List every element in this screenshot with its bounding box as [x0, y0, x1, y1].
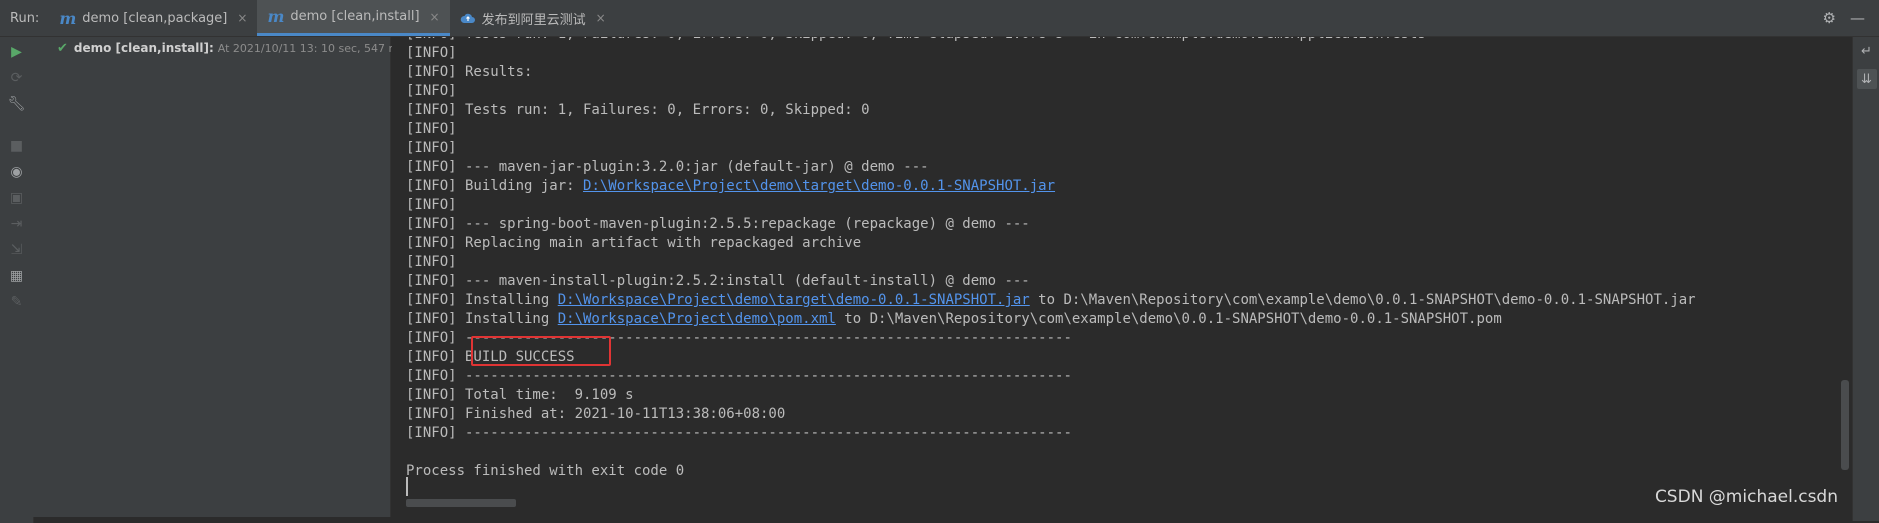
run-tree-item-meta: At 2021/10/11 13: 10 sec, 547 ms [217, 41, 405, 55]
run-label: Run: [10, 11, 40, 26]
console-line: [INFO] Tests run: 1, Failures: 0, Errors… [406, 101, 1696, 120]
console-line-text: [INFO] ---------------------------------… [406, 425, 1072, 441]
maven-icon: m [59, 8, 77, 28]
console-lines: [INFO] Tests run: 1, Failures: 0, Errors… [406, 37, 1696, 481]
console-line: [INFO] Tests run: 1, Failures: 0, Errors… [406, 37, 1696, 44]
exit-icon[interactable]: ⇥ [8, 215, 26, 233]
console-line: [INFO] [406, 120, 1696, 139]
console-line-text: [INFO] [406, 45, 457, 61]
file-path-link[interactable]: D:\Workspace\Project\demo\pom.xml [558, 311, 836, 327]
settings-wrench-icon[interactable]: 🔧︎ [8, 95, 26, 113]
tab-demo-clean-install[interactable]: m demo [clean,install] × [257, 0, 450, 36]
gear-icon[interactable]: ⚙ [1823, 9, 1836, 27]
console-line: [INFO] Building jar: D:\Workspace\Projec… [406, 177, 1696, 196]
text-caret [406, 477, 408, 496]
console-line-text: [INFO] Tests run: 1, Failures: 0, Errors… [406, 102, 870, 118]
run-icon[interactable]: ▶ [8, 43, 26, 61]
maven-icon: m [267, 7, 285, 26]
console-line: [INFO] [406, 196, 1696, 215]
console-line-text: [INFO] [406, 197, 457, 213]
close-icon[interactable]: × [430, 10, 440, 24]
pin-icon[interactable]: ✎ [8, 293, 26, 311]
console-line-text: [INFO] Results: [406, 64, 533, 80]
console-line: [INFO] [406, 253, 1696, 272]
run-tree-panel: ✔ demo [clean,install]: At 2021/10/11 13… [33, 37, 405, 517]
vertical-scrollbar[interactable] [1841, 380, 1849, 470]
console-line-text: [INFO] [406, 83, 457, 99]
eye-icon[interactable]: ◉ [8, 163, 26, 181]
close-icon[interactable]: × [237, 11, 247, 25]
console-line-text: [INFO] Finished at: 2021-10-11T13:38:06+… [406, 406, 786, 422]
console-line: [INFO] --- maven-install-plugin:2.5.2:in… [406, 272, 1696, 291]
console-line: [INFO] --- spring-boot-maven-plugin:2.5.… [406, 215, 1696, 234]
layout-icon[interactable]: ▦ [8, 267, 26, 285]
scroll-to-end-icon[interactable]: ⇊ [1856, 69, 1877, 89]
console-line: [INFO] [406, 82, 1696, 101]
camera-icon[interactable]: ▣ [8, 189, 26, 207]
console-line-text: [INFO] Installing [406, 292, 558, 308]
console-line: [INFO] Total time: 9.109 s [406, 386, 1696, 405]
file-path-link[interactable]: D:\Workspace\Project\demo\target\demo-0.… [558, 292, 1030, 308]
tab-deploy-aliyun-test[interactable]: 发布到阿里云测试 × [450, 0, 616, 36]
run-tree-item[interactable]: ✔ demo [clean,install]: At 2021/10/11 13… [33, 37, 405, 59]
console-line-text: [INFO] Tests run: 1, Failures: 0, Errors… [406, 37, 1426, 42]
cloud-deploy-icon [460, 13, 475, 23]
soft-wrap-icon[interactable]: ↵ [1857, 41, 1877, 61]
console-line-text: [INFO] [406, 254, 457, 270]
console-line-text: [INFO] Installing [406, 311, 558, 327]
file-path-link[interactable]: D:\Workspace\Project\demo\target\demo-0.… [583, 178, 1055, 194]
check-icon: ✔ [57, 40, 68, 56]
console-line: [INFO] Finished at: 2021-10-11T13:38:06+… [406, 405, 1696, 424]
console-line-text: [INFO] --- maven-jar-plugin:3.2.0:jar (d… [406, 159, 929, 175]
run-tree-item-name: demo [clean,install]: [73, 41, 214, 55]
console-line-text: [INFO] ---------------------------------… [406, 368, 1072, 384]
console-line: [INFO] [406, 44, 1696, 63]
console-line-text: [INFO] Replacing main artifact with repa… [406, 235, 862, 251]
tab-label: 发布到阿里云测试 [481, 12, 586, 28]
console-line-text: [INFO] [406, 140, 457, 156]
console-line-text: [INFO] --- spring-boot-maven-plugin:2.5.… [406, 216, 1030, 232]
console-line-text: to D:\Maven\Repository\com\example\demo\… [835, 311, 1502, 327]
tab-demo-clean-package[interactable]: m demo [clean,package] × [49, 0, 257, 36]
console-line-text: [INFO] Building jar: [406, 178, 584, 194]
build-success-highlight [471, 336, 611, 366]
console-line: Process finished with exit code 0 [406, 462, 1696, 481]
minimize-icon[interactable]: — [1850, 9, 1865, 27]
console-right-toolbar: ↵ ⇊ [1852, 37, 1879, 521]
console-line-text: [INFO] [406, 121, 457, 137]
tab-bar-actions: ⚙ — [1823, 0, 1879, 36]
console-line: [INFO] [406, 139, 1696, 158]
rerun-icon[interactable]: ⟳ [8, 69, 26, 87]
stop-icon[interactable]: ■ [8, 137, 26, 155]
console-line-text: Process finished with exit code 0 [406, 463, 685, 479]
toolbar-separator [8, 121, 26, 129]
console-line: [INFO] Replacing main artifact with repa… [406, 234, 1696, 253]
console-line-text: [INFO] Total time: 9.109 s [406, 387, 634, 403]
console-line: [INFO] ---------------------------------… [406, 424, 1696, 443]
run-tabs-bar: Run: m demo [clean,package] × m demo [cl… [0, 0, 1879, 37]
close-icon[interactable]: × [596, 11, 606, 25]
console-line: [INFO] Installing D:\Workspace\Project\d… [406, 291, 1696, 310]
console-line: [INFO] --- maven-jar-plugin:3.2.0:jar (d… [406, 158, 1696, 177]
console-line: [INFO] Results: [406, 63, 1696, 82]
horizontal-scrollbar[interactable] [406, 499, 516, 507]
console-line: [INFO] Installing D:\Workspace\Project\d… [406, 310, 1696, 329]
watermark: CSDN @michael.csdn [1654, 487, 1838, 507]
console-line-text: to D:\Maven\Repository\com\example\demo\… [1029, 292, 1696, 308]
tab-label: demo [clean,install] [290, 9, 420, 24]
tab-label: demo [clean,package] [82, 10, 228, 26]
console-line-text: [INFO] --- maven-install-plugin:2.5.2:in… [406, 273, 1030, 289]
console-line: [INFO] ---------------------------------… [406, 367, 1696, 386]
run-left-toolbar: ▶ ⟳ 🔧︎ ■ ◉ ▣ ⇥ ⇲ ▦ ✎ [0, 37, 34, 523]
import-icon[interactable]: ⇲ [8, 241, 26, 259]
console-output[interactable]: [INFO] Tests run: 1, Failures: 0, Errors… [392, 37, 1852, 517]
